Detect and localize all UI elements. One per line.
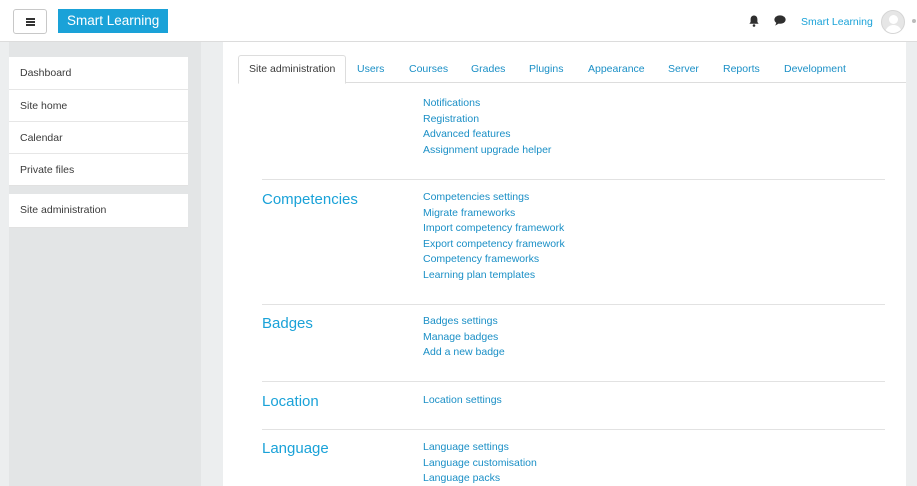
link-language-packs[interactable]: Language packs bbox=[423, 471, 537, 486]
avatar-icon[interactable] bbox=[881, 10, 905, 34]
drawer-item-site-administration[interactable]: Site administration bbox=[9, 194, 188, 227]
section-divider bbox=[262, 429, 885, 430]
section-heading-location[interactable]: Location bbox=[262, 393, 319, 410]
section-heading-competencies[interactable]: Competencies bbox=[262, 191, 358, 208]
section-heading-badges[interactable]: Badges bbox=[262, 315, 313, 332]
menu-icon bbox=[26, 18, 35, 26]
drawer-item-site-home[interactable]: Site home bbox=[9, 89, 188, 121]
link-competency-frameworks[interactable]: Competency frameworks bbox=[423, 252, 565, 268]
site-brand-link[interactable]: Smart Learning bbox=[58, 9, 168, 33]
competencies-links: Competencies settings Migrate frameworks… bbox=[423, 190, 565, 283]
tab-reports[interactable]: Reports bbox=[723, 55, 760, 83]
location-links: Location settings bbox=[423, 393, 502, 409]
link-language-customisation[interactable]: Language customisation bbox=[423, 456, 537, 472]
link-registration[interactable]: Registration bbox=[423, 112, 551, 128]
drawer-admin-list: Site administration bbox=[9, 194, 188, 228]
link-competencies-settings[interactable]: Competencies settings bbox=[423, 190, 565, 206]
drawer-nav-list: Dashboard Site home Calendar Private fil… bbox=[9, 57, 188, 186]
section-heading-language[interactable]: Language bbox=[262, 440, 329, 457]
tab-plugins[interactable]: Plugins bbox=[529, 55, 563, 83]
admin-tab-bar: Site administration Users Courses Grades… bbox=[238, 55, 906, 84]
admin-content-card: Site administration Users Courses Grades… bbox=[223, 42, 906, 486]
tab-grades[interactable]: Grades bbox=[471, 55, 505, 83]
tab-site-administration[interactable]: Site administration bbox=[238, 55, 347, 84]
user-menu-caret-icon[interactable] bbox=[912, 19, 916, 23]
section-divider bbox=[262, 179, 885, 180]
section-divider bbox=[262, 304, 885, 305]
link-import-competency-framework[interactable]: Import competency framework bbox=[423, 221, 565, 237]
section-divider bbox=[262, 381, 885, 382]
link-location-settings[interactable]: Location settings bbox=[423, 393, 502, 409]
link-advanced-features[interactable]: Advanced features bbox=[423, 127, 551, 143]
link-manage-badges[interactable]: Manage badges bbox=[423, 330, 505, 346]
tab-users[interactable]: Users bbox=[357, 55, 384, 83]
link-notifications[interactable]: Notifications bbox=[423, 96, 551, 112]
link-migrate-frameworks[interactable]: Migrate frameworks bbox=[423, 206, 565, 222]
drawer-toggle-button[interactable] bbox=[13, 9, 47, 34]
nav-drawer: Dashboard Site home Calendar Private fil… bbox=[9, 42, 201, 486]
link-learning-plan-templates[interactable]: Learning plan templates bbox=[423, 268, 565, 284]
badges-links: Badges settings Manage badges Add a new … bbox=[423, 314, 505, 361]
top-navbar: Smart Learning Smart Learning bbox=[0, 0, 917, 42]
drawer-item-dashboard[interactable]: Dashboard bbox=[9, 57, 188, 89]
bell-icon[interactable] bbox=[749, 15, 759, 27]
drawer-item-private-files[interactable]: Private files bbox=[9, 153, 188, 185]
link-export-competency-framework[interactable]: Export competency framework bbox=[423, 237, 565, 253]
user-menu-name[interactable]: Smart Learning bbox=[801, 16, 873, 28]
tab-courses[interactable]: Courses bbox=[409, 55, 448, 83]
tab-development[interactable]: Development bbox=[784, 55, 846, 83]
link-badges-settings[interactable]: Badges settings bbox=[423, 314, 505, 330]
chat-icon[interactable] bbox=[774, 15, 786, 26]
language-links: Language settings Language customisation… bbox=[423, 440, 537, 486]
link-add-a-new-badge[interactable]: Add a new badge bbox=[423, 345, 505, 361]
link-assignment-upgrade-helper[interactable]: Assignment upgrade helper bbox=[423, 143, 551, 159]
tab-server[interactable]: Server bbox=[668, 55, 699, 83]
drawer-item-calendar[interactable]: Calendar bbox=[9, 121, 188, 153]
tab-appearance[interactable]: Appearance bbox=[588, 55, 645, 83]
link-language-settings[interactable]: Language settings bbox=[423, 440, 537, 456]
general-links: Notifications Registration Advanced feat… bbox=[423, 96, 551, 158]
